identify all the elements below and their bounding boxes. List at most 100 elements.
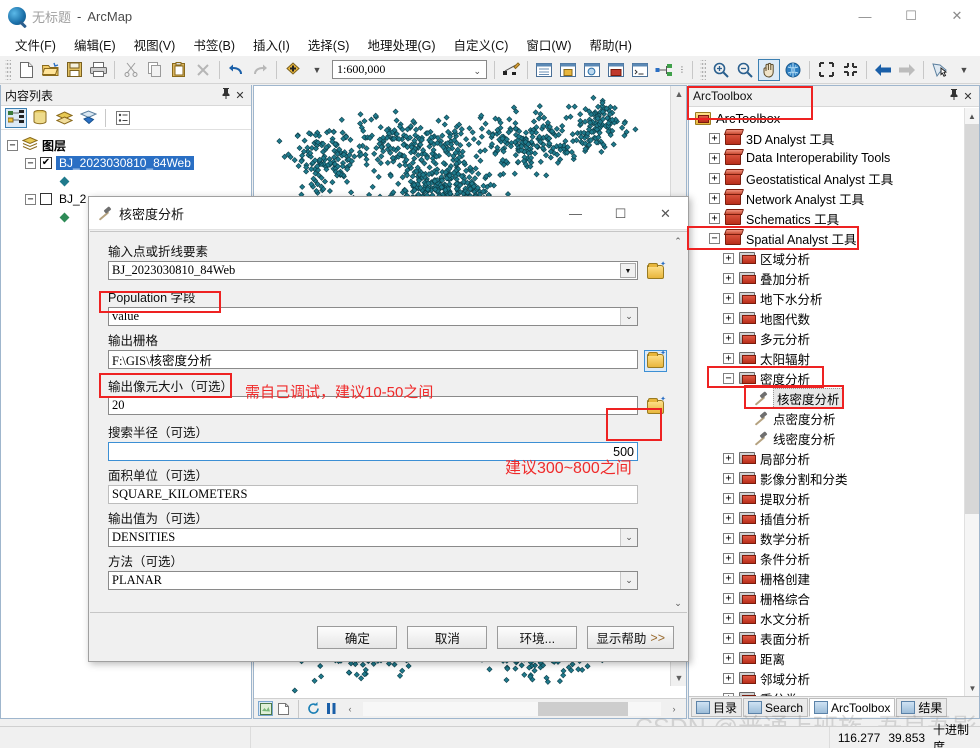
menu-item-8[interactable]: 窗口(W) (517, 32, 580, 57)
arctoolbox-node-3[interactable]: + Network Analyst 工具 (689, 188, 979, 208)
node-25-expander-icon[interactable]: + (723, 632, 734, 644)
toolbar-grip[interactable] (5, 59, 11, 80)
dialog-scrollbar[interactable]: ⌃ ⌄ (670, 233, 686, 611)
node-26-expander-icon[interactable]: + (723, 652, 734, 664)
arctoolbox-root-node[interactable]: ArcToolbox (689, 108, 979, 128)
dialog-field-5-input[interactable]: SQUARE_KILOMETERS (108, 485, 638, 504)
arctoolbox-node-26[interactable]: + 距离 (689, 648, 979, 668)
toolbar-overflow-button[interactable]: ⋮ (676, 59, 688, 81)
arctoolbox-node-18[interactable]: + 提取分析 (689, 488, 979, 508)
maximize-button[interactable]: ☐ (888, 0, 934, 32)
add-data-icon[interactable] (282, 59, 304, 81)
open-document-icon[interactable] (39, 59, 61, 81)
node-4-expander-icon[interactable]: + (709, 212, 720, 224)
arctoolbox-close-icon[interactable]: ✕ (961, 90, 975, 103)
arctoolbox-node-1[interactable]: + Data Interoperability Tools (689, 148, 979, 168)
fixed-zoom-out-icon[interactable] (839, 59, 861, 81)
menu-item-6[interactable]: 地理处理(G) (358, 32, 444, 57)
toc-pin-icon[interactable] (219, 88, 233, 102)
arctoolbox-node-23[interactable]: + 栅格综合 (689, 588, 979, 608)
dialog-maximize-button[interactable]: ☐ (598, 197, 643, 230)
node-24-expander-icon[interactable]: + (723, 612, 734, 624)
toc-root-row[interactable]: − 图层 (5, 136, 247, 154)
dialog-button-3[interactable]: 显示帮助 >> (587, 626, 674, 649)
dialog-field-2-input[interactable]: F:\GIS\核密度分析 (108, 350, 638, 369)
minimize-button[interactable]: — (842, 0, 888, 32)
arctoolbox-node-14[interactable]: 点密度分析 (689, 408, 979, 428)
new-document-icon[interactable] (15, 59, 37, 81)
menu-item-1[interactable]: 编辑(E) (65, 32, 125, 57)
arctoolbox-node-17[interactable]: + 影像分割和分类 (689, 468, 979, 488)
delete-icon[interactable] (192, 59, 214, 81)
dialog-field-7-chevron-down-icon[interactable]: ⌄ (620, 572, 637, 589)
scale-chevron-down-icon[interactable]: ⌄ (473, 66, 481, 77)
arctoolbox-node-9[interactable]: + 地图代数 (689, 308, 979, 328)
back-extent-arrow-icon[interactable] (872, 59, 894, 81)
dialog-field-1-chevron-down-icon[interactable]: ⌄ (620, 308, 637, 325)
pause-drawing-icon[interactable] (324, 701, 339, 716)
map-hscroll-thumb[interactable] (538, 701, 628, 716)
node-9-expander-icon[interactable]: + (723, 312, 734, 324)
dialog-scroll-up-arrow-icon[interactable]: ⌃ (670, 233, 686, 249)
layer-1-name[interactable]: BJ_2 (56, 192, 89, 206)
node-1-expander-icon[interactable]: + (709, 152, 720, 164)
fixed-zoom-in-icon[interactable] (815, 59, 837, 81)
arctoolbox-node-24[interactable]: + 水文分析 (689, 608, 979, 628)
node-10-expander-icon[interactable]: + (723, 332, 734, 344)
toc-close-icon[interactable]: ✕ (233, 89, 247, 102)
arctoolbox-scrollbar[interactable]: ▲ ▼ (964, 108, 979, 696)
arctoolbox-node-7[interactable]: + 叠加分析 (689, 268, 979, 288)
add-data-dropdown-icon[interactable]: ▼ (306, 59, 328, 81)
undo-icon[interactable] (225, 59, 247, 81)
menu-item-0[interactable]: 文件(F) (6, 32, 65, 57)
toc-options-icon[interactable] (112, 108, 134, 128)
arctoolbox-scroll-up-arrow-icon[interactable]: ▲ (965, 108, 979, 124)
arctoolbox-node-22[interactable]: + 栅格创建 (689, 568, 979, 588)
layer-1-visibility-checkbox[interactable] (40, 193, 52, 205)
dialog-scroll-down-arrow-icon[interactable]: ⌄ (670, 595, 686, 611)
arctoolbox-tree[interactable]: ArcToolbox +3D Analyst 工具 + Data Interoper… (689, 108, 979, 696)
arctoolbox-node-21[interactable]: + 条件分析 (689, 548, 979, 568)
dialog-field-2-browse-folder-icon[interactable] (644, 349, 667, 372)
node-18-expander-icon[interactable]: + (723, 492, 734, 504)
arctoolbox-node-5[interactable]: − Spatial Analyst 工具 (689, 228, 979, 248)
arctoolbox-node-20[interactable]: + 数学分析 (689, 528, 979, 548)
zoom-in-icon[interactable] (710, 59, 732, 81)
node-16-expander-icon[interactable]: + (723, 452, 734, 464)
node-21-expander-icon[interactable]: + (723, 552, 734, 564)
list-by-source-icon[interactable] (29, 108, 51, 128)
node-19-expander-icon[interactable]: + (723, 512, 734, 524)
arctoolbox-node-12[interactable]: − 密度分析 (689, 368, 979, 388)
menu-item-3[interactable]: 书签(B) (184, 32, 244, 57)
search-window-icon[interactable] (581, 59, 603, 81)
dialog-field-6-input[interactable]: DENSITIES ⌄ (108, 528, 638, 547)
node-23-expander-icon[interactable]: + (723, 592, 734, 604)
save-icon[interactable] (63, 59, 85, 81)
arctoolbox-window-icon[interactable] (605, 59, 627, 81)
map-horizontal-scrollbar[interactable] (363, 701, 661, 716)
arctoolbox-node-10[interactable]: + 多元分析 (689, 328, 979, 348)
arctoolbox-node-0[interactable]: +3D Analyst 工具 (689, 128, 979, 148)
python-window-icon[interactable] (629, 59, 651, 81)
arctoolbox-node-4[interactable]: + Schematics 工具 (689, 208, 979, 228)
arctoolbox-pin-icon[interactable] (947, 89, 961, 103)
dialog-close-button[interactable]: ✕ (643, 197, 688, 230)
arctoolbox-node-28[interactable]: +重分类 (689, 688, 979, 696)
dialog-field-1-input[interactable]: value ⌄ (108, 307, 638, 326)
cut-icon[interactable] (120, 59, 142, 81)
menu-item-2[interactable]: 视图(V) (125, 32, 185, 57)
menu-item-7[interactable]: 自定义(C) (445, 32, 518, 57)
node-8-expander-icon[interactable]: + (723, 292, 734, 304)
kernel-density-dialog[interactable]: 核密度分析 — ☐ ✕ 输入点或折线要素 BJ_2023030810_84Web ▼… (88, 196, 689, 662)
select-features-icon[interactable] (929, 59, 951, 81)
node-27-expander-icon[interactable]: + (723, 672, 734, 684)
dialog-button-0[interactable]: 确定 (317, 626, 398, 649)
model-builder-icon[interactable] (653, 59, 675, 81)
node-6-expander-icon[interactable]: + (723, 252, 734, 264)
catalog-window-icon[interactable] (557, 59, 579, 81)
menu-item-5[interactable]: 选择(S) (299, 32, 359, 57)
dialog-field-3-browse-folder-icon[interactable] (644, 395, 667, 418)
node-2-expander-icon[interactable]: + (709, 172, 720, 184)
dialog-field-0-dropdown-arrow-icon[interactable]: ▼ (620, 263, 636, 278)
arctoolbox-node-2[interactable]: + Geostatistical Analyst 工具 (689, 168, 979, 188)
